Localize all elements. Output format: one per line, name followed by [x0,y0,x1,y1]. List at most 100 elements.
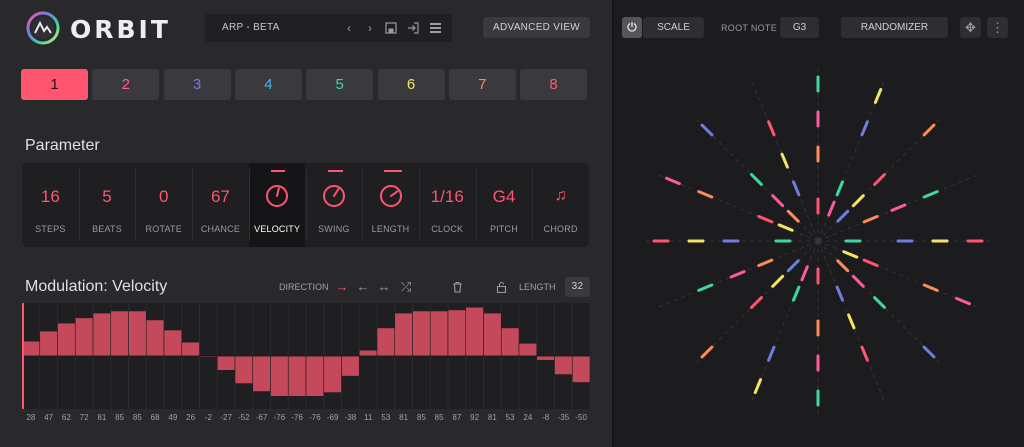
chevron-left-icon[interactable]: ‹ [341,20,357,36]
orbit-step-marker [753,378,763,395]
orbit-step-marker [827,200,836,217]
param-chance[interactable]: 67 CHANCE [192,163,249,247]
lock-icon[interactable] [493,279,509,295]
trash-icon[interactable] [449,279,465,295]
mod-value-label: 53 [381,413,391,422]
mod-bar[interactable] [483,312,502,357]
mod-bar[interactable] [163,329,183,357]
mod-bar[interactable] [447,309,467,357]
mod-value-label: 68 [150,413,160,422]
param-chord[interactable]: ♫ CHORD [532,163,589,247]
menu-icon[interactable] [427,20,443,36]
mod-bar[interactable] [270,355,289,397]
param-clock[interactable]: 1/16 CLOCK [419,163,476,247]
mod-bar[interactable] [287,355,307,397]
pattern-tab-5[interactable]: 5 [306,69,374,100]
orbit-step-marker [800,265,809,282]
param-steps[interactable]: 16 STEPS [22,163,79,247]
param-beats[interactable]: 5 BEATS [79,163,136,247]
music-note-icon: ♫ [554,187,567,204]
mod-bar[interactable] [74,317,94,357]
mod-bar[interactable] [536,355,555,361]
direction-backward-icon[interactable]: ← [355,279,371,295]
knob-icon [266,185,289,207]
save-icon[interactable] [383,20,399,36]
shuffle-icon[interactable]: ⤮ [398,279,414,295]
param-label: CHORD [543,224,578,234]
mod-bar[interactable] [323,355,342,393]
divider [362,169,364,241]
param-length[interactable]: LENGTH [362,163,419,247]
pattern-tab-3[interactable]: 3 [163,69,231,100]
mod-bar[interactable] [412,310,431,357]
orbit-step-marker [860,345,869,362]
orbit-step-marker [955,296,972,306]
mod-bar[interactable] [145,319,165,357]
direction-forward-icon[interactable]: → [334,279,350,295]
main-panel: ORBIT ARP - BETA ‹ › ADVANCED VIEW 12345… [0,0,612,447]
length-value[interactable]: 32 [565,277,590,297]
direction-pingpong-icon[interactable]: ↔ [376,279,392,295]
mod-bar[interactable] [500,327,520,357]
mod-bar[interactable] [554,355,573,375]
mod-bar[interactable] [518,342,538,357]
pattern-tab-6[interactable]: 6 [377,69,445,100]
param-label: STEPS [35,224,66,234]
mod-bar[interactable] [39,330,58,357]
more-vertical-icon[interactable]: ⋮ [987,17,1008,38]
mod-bar[interactable] [181,341,200,357]
mod-bar[interactable] [216,355,236,371]
param-label: VELOCITY [254,224,301,234]
pattern-tab-7[interactable]: 7 [448,69,516,100]
mod-bar[interactable] [465,306,484,357]
param-pitch[interactable]: G4 PITCH [476,163,533,247]
power-button[interactable] [622,17,642,38]
param-label: ROTATE [145,224,182,234]
preset-selector[interactable]: ARP - BETA ‹ › [205,14,452,42]
pattern-tab-4[interactable]: 4 [234,69,302,100]
mod-bar[interactable] [358,349,378,357]
divider [532,169,534,241]
pattern-tab-2[interactable]: 2 [92,69,160,100]
mod-bar[interactable] [128,310,147,357]
orbit-step-marker [836,209,850,223]
root-note-select[interactable]: G3 [780,17,819,38]
randomizer-button[interactable]: RANDOMIZER [841,17,948,38]
scale-button[interactable]: SCALE [643,17,704,38]
mod-bar[interactable] [376,327,396,357]
move-icon[interactable]: ✥ [960,17,981,38]
mod-bar[interactable] [234,355,254,384]
mod-bar[interactable] [305,355,325,397]
mod-bar[interactable] [394,312,413,357]
pattern-tab-1[interactable]: 1 [21,69,88,100]
mod-bar[interactable] [92,312,112,357]
pattern-tab-8[interactable]: 8 [520,69,588,100]
param-velocity[interactable]: VELOCITY [248,163,306,247]
mod-bar[interactable] [252,355,271,392]
orbit-step-marker [922,283,939,292]
modulation-title: Modulation: Velocity [25,278,168,295]
mod-bar[interactable] [22,340,41,357]
orbit-step-marker [700,123,714,137]
mod-value-label: -67 [255,413,268,422]
mod-value-label: -76 [273,413,286,422]
mod-value-label: 53 [505,413,515,422]
advanced-view-button[interactable]: ADVANCED VIEW [483,17,590,38]
mod-bar[interactable] [429,310,449,357]
power-icon [627,22,637,32]
param-value: 0 [159,187,169,206]
orbit-step-marker [873,296,886,309]
modulation-graph[interactable] [22,303,590,409]
mod-bar[interactable] [57,322,76,357]
mod-bar[interactable] [341,355,360,377]
orbit-step-marker [792,285,801,302]
param-swing[interactable]: SWING [306,163,363,247]
export-icon[interactable] [405,20,421,36]
mod-bar[interactable] [110,310,129,357]
chevron-right-icon[interactable]: › [362,20,378,36]
param-rotate[interactable]: 0 ROTATE [135,163,192,247]
orbit-step-marker [922,123,936,137]
orbit-visualizer[interactable] [612,60,1024,447]
mod-bar[interactable] [571,355,590,383]
orbit-step-marker [922,345,936,359]
